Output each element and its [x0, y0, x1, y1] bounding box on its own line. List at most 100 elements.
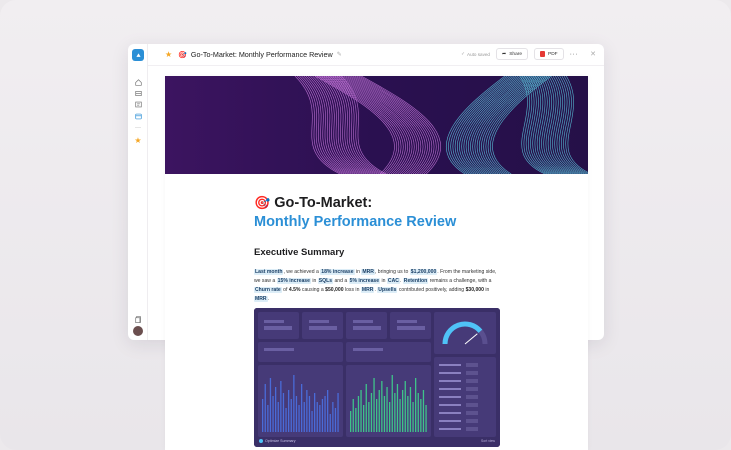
- paragraph-text: contributed positively, adding: [397, 287, 466, 293]
- favorite-star-icon[interactable]: ★: [165, 50, 172, 59]
- bar: [402, 390, 404, 432]
- bar: [412, 402, 414, 432]
- calendar-icon[interactable]: [133, 111, 143, 121]
- bar: [391, 375, 393, 432]
- list-row-label: [439, 420, 461, 422]
- home-icon[interactable]: [133, 77, 143, 87]
- list-row-label: [439, 404, 461, 406]
- bar: [298, 405, 300, 432]
- bar: [316, 402, 318, 432]
- paragraph-text: , we achieved a: [283, 269, 321, 275]
- share-arrow-icon: ➦: [502, 51, 507, 57]
- list-row-label: [439, 428, 461, 430]
- bar: [293, 375, 295, 432]
- bar: [350, 411, 352, 432]
- bar: [352, 399, 354, 432]
- paragraph-text: of: [281, 287, 289, 293]
- list-row-label: [439, 396, 461, 398]
- bar: [303, 402, 305, 432]
- more-options-button[interactable]: ···: [570, 51, 579, 58]
- star-icon[interactable]: ★: [133, 135, 143, 145]
- bar: [329, 414, 331, 432]
- document-heading-line1: 🎯 Go-To-Market:: [254, 194, 502, 212]
- bar: [376, 399, 378, 432]
- pages-icon[interactable]: [133, 314, 143, 324]
- list-row-value: [466, 411, 478, 415]
- paragraph-text: in: [483, 287, 490, 293]
- pdf-label: PDF: [548, 51, 558, 57]
- summary-paragraph: Last month, we achieved a 18% increase i…: [254, 268, 500, 304]
- bar: [404, 381, 406, 432]
- highlighted-metric: 15% increase: [276, 278, 311, 284]
- close-icon[interactable]: ✕: [590, 50, 596, 58]
- bar: [357, 396, 360, 432]
- docs-icon[interactable]: [133, 99, 143, 109]
- list-row-label: [439, 364, 461, 366]
- share-button[interactable]: ➦ Share: [496, 48, 529, 60]
- bar: [288, 390, 290, 432]
- bar: [422, 390, 425, 432]
- bar: [285, 408, 287, 432]
- bar: [394, 393, 396, 432]
- bold-value: $50,000: [325, 287, 344, 293]
- autosave-status: ✓ Auto saved: [461, 51, 490, 57]
- dashboard-image: Optimize Summary Sort view: [254, 308, 500, 447]
- bar: [399, 399, 401, 432]
- bold-value: 4.5%: [288, 287, 301, 293]
- highlighted-metric: Churn rate: [254, 287, 282, 293]
- bar: [383, 396, 386, 432]
- paragraph-text: in: [380, 278, 387, 284]
- bar: [386, 387, 388, 432]
- bar: [321, 399, 324, 432]
- dashboard-footer-corner: Sort view: [481, 439, 495, 443]
- document-heading-line2: Monthly Performance Review: [254, 214, 457, 230]
- toolbar-actions: ✓ Auto saved ➦ Share PDF ··· ✕: [461, 48, 596, 60]
- list-row-label: [439, 412, 461, 414]
- dashboard-footer-brand: Optimize Summary: [259, 439, 296, 443]
- highlighted-metric: SQLs: [317, 278, 334, 284]
- more-icon[interactable]: ···: [133, 123, 143, 133]
- edit-pencil-icon[interactable]: ✎: [337, 51, 342, 58]
- paragraph-text: , bringing us to: [374, 269, 410, 275]
- paragraph-text: and a: [333, 278, 349, 284]
- pdf-button[interactable]: PDF: [534, 48, 564, 60]
- bar: [314, 393, 316, 432]
- bar: [275, 387, 277, 432]
- app-logo-icon[interactable]: [132, 49, 144, 61]
- brand-label: Optimize Summary: [265, 439, 296, 443]
- paragraph-text: .: [267, 296, 270, 302]
- highlighted-metric: Last month: [254, 269, 284, 275]
- list-row-value: [466, 387, 478, 391]
- bar: [306, 390, 308, 432]
- list-row-value: [466, 379, 478, 383]
- bar: [370, 393, 373, 432]
- highlighted-metric: MRR: [361, 269, 375, 275]
- highlighted-metric: Retention: [402, 278, 429, 284]
- list-row-label: [439, 372, 461, 374]
- bar: [378, 390, 380, 432]
- inbox-icon[interactable]: [133, 88, 143, 98]
- highlighted-metric: 5% increase: [348, 278, 381, 284]
- list-row-value: [466, 363, 478, 367]
- avatar[interactable]: [133, 326, 143, 336]
- bar: [295, 396, 298, 432]
- bar: [355, 408, 357, 432]
- document-title[interactable]: Go-To-Market: Monthly Performance Review: [191, 50, 333, 59]
- toolbar: ★ 🎯 Go-To-Market: Monthly Performance Re…: [148, 44, 604, 66]
- paragraph-text: remains a challenge, with a: [428, 278, 492, 284]
- pdf-file-icon: [540, 51, 546, 57]
- share-label: Share: [509, 51, 523, 57]
- bar: [332, 402, 334, 432]
- bar: [373, 378, 375, 432]
- brand-dot-icon: [259, 439, 263, 443]
- bar: [290, 399, 292, 432]
- bar: [262, 399, 264, 432]
- highlighted-metric: CAC: [386, 278, 400, 284]
- bar: [280, 381, 282, 432]
- bar: [417, 393, 419, 432]
- bar: [272, 396, 274, 432]
- bar: [363, 405, 365, 432]
- highlighted-metric: MRR: [254, 296, 268, 302]
- bar: [277, 402, 279, 432]
- bar: [334, 408, 337, 432]
